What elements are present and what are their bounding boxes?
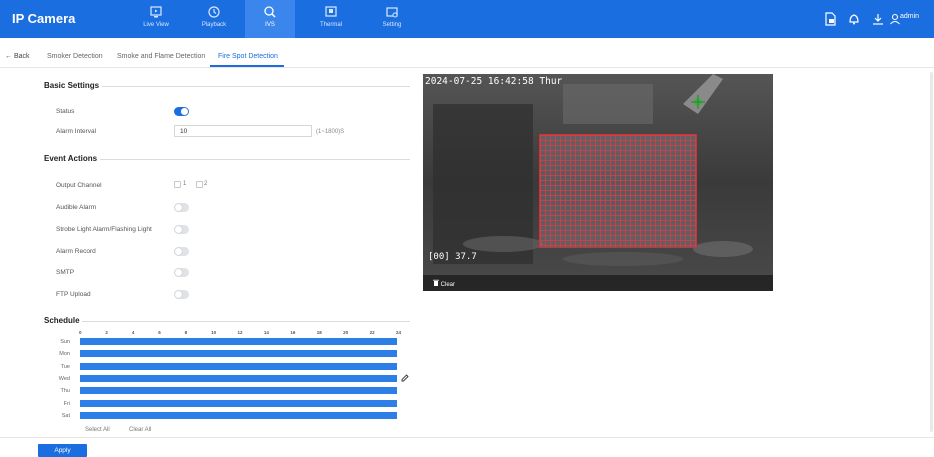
app-title: IP Camera [12,11,76,26]
clear-all-button[interactable]: Clear All [129,427,151,433]
nav-thermal-label: Thermal [319,22,342,28]
schedule-title: Schedule [44,316,80,325]
alarm-interval-input[interactable]: 10 [174,125,312,137]
tab-fire-spot-detection[interactable]: Fire Spot Detection [218,53,278,60]
nav-setting[interactable]: Setting [367,5,417,35]
channel-2-checkbox[interactable] [196,181,203,188]
channel-2-label: 2 [204,181,208,187]
output-channel-label: Output Channel [56,182,102,189]
back-label: Back [13,53,30,60]
detection-tabs: ← Back Smoker Detection Smoke and Flame … [0,50,934,67]
schedule-day-label: Thu [60,388,70,395]
schedule-day-bar[interactable] [80,387,397,395]
schedule-hour-label: 4 [131,330,135,335]
schedule-day-bar[interactable] [80,350,397,358]
schedule-day-bar[interactable] [80,362,397,370]
nav-live-view-label: Live View [143,22,169,28]
username[interactable]: admin [900,13,919,20]
alarm-interval-range: (1~1800)S [316,129,345,135]
clear-label: Clear [440,282,456,288]
ftp-upload-label: FTP Upload [56,291,91,298]
back-button[interactable]: ← Back [5,53,30,60]
edit-icon[interactable] [401,374,409,382]
schedule-day-label: Wed [58,375,70,382]
apply-button[interactable]: Apply [38,444,87,457]
alarm-interval-label: Alarm Interval [56,128,97,135]
tab-smoke-flame-detection[interactable]: Smoke and Flame Detection [117,53,205,60]
nav-ivs-label: IVS [265,22,275,28]
smtp-toggle[interactable] [174,268,189,277]
schedule-day-label: Sun [60,339,70,345]
clear-area-button[interactable]: Clear [433,279,455,288]
section-divider [82,321,410,322]
detection-area-grid[interactable] [539,134,697,248]
nav-ivs[interactable]: IVS [245,0,295,38]
schedule-hour-label: 22 [369,330,375,335]
live-view-icon [150,6,162,18]
section-divider [100,159,410,160]
file-icon[interactable] [823,12,837,26]
tabs-divider [0,67,934,68]
alarm-record-label: Alarm Record [56,248,96,255]
alarm-record-toggle[interactable] [174,247,189,256]
nav-thermal[interactable]: Thermal [306,5,356,35]
schedule-day-bar[interactable] [80,399,397,407]
nav-setting-label: Setting [382,22,402,28]
schedule-hour-label: 2 [105,330,108,335]
schedule-hour-label: 10 [211,330,217,335]
schedule-hour-label: 20 [343,330,349,335]
schedule-hour-label: 16 [290,330,296,335]
osd-temperature: [00] 37.7 [428,252,477,262]
schedule-day-label: Tue [60,363,70,370]
ftp-upload-toggle[interactable] [174,290,189,299]
channel-1-checkbox[interactable] [174,181,181,188]
schedule-hour-label: 24 [396,330,402,335]
schedule-hour-label: 0 [79,330,82,335]
ivs-icon [264,6,276,18]
setting-icon [386,7,398,18]
nav-playback[interactable]: Playback [189,5,239,35]
status-label: Status [56,108,75,115]
schedule-hour-label: 12 [237,330,243,335]
bell-icon[interactable] [847,12,861,26]
nav-playback-label: Playback [201,22,227,28]
schedule-hour-label: 14 [263,330,269,335]
audible-alarm-toggle[interactable] [174,203,189,212]
strobe-light-label: Strobe Light Alarm/Flashing Light [56,226,152,233]
video-toolbar: Clear [423,275,773,291]
schedule-day-bar[interactable] [80,374,397,382]
nav-live-view[interactable]: Live View [131,5,181,35]
osd-timestamp: 2024-07-25 16:42:58 Thur [425,76,563,87]
thermal-icon [325,6,337,17]
schedule-day-label: Mon [59,351,70,358]
audible-alarm-label: Audible Alarm [56,204,97,211]
page-scrollbar[interactable] [930,72,933,432]
download-icon[interactable] [871,12,885,26]
select-all-button[interactable]: Select All [85,427,110,433]
top-bar: IP Camera Live View Playback IVS Thermal… [0,0,934,38]
schedule-hour-label: 8 [184,330,188,335]
schedule-day-bar[interactable] [80,411,397,419]
video-preview[interactable]: 2024-07-25 16:42:58 Thur [00] 37.7 Clear [423,74,773,291]
playback-icon [208,6,220,18]
schedule-day-label: Sat [61,412,70,419]
channel-1-label: 1 [183,181,187,187]
trash-icon [433,279,439,286]
strobe-light-toggle[interactable] [174,225,189,234]
section-divider [102,86,410,87]
schedule-day-bar[interactable] [80,338,397,345]
basic-settings-title: Basic Settings [44,81,100,90]
footer-divider [0,437,934,438]
smtp-label: SMTP [56,269,75,276]
status-toggle[interactable] [174,107,189,116]
schedule-hour-label: 6 [158,330,161,335]
schedule-hour-label: 18 [316,330,322,335]
event-actions-title: Event Actions [44,154,98,163]
tab-smoker-detection[interactable]: Smoker Detection [47,53,103,60]
schedule-day-label: Fri [63,400,70,407]
